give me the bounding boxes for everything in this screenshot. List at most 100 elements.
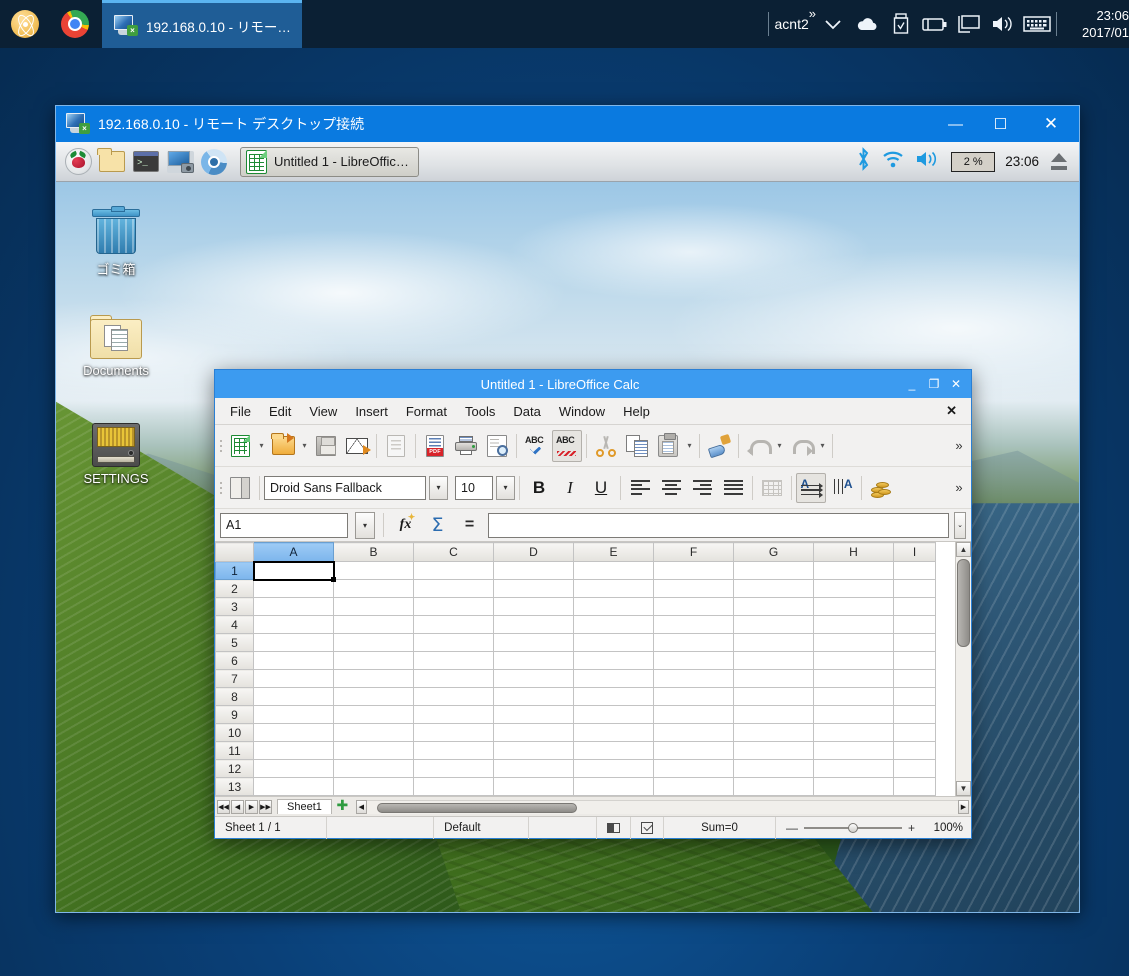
column-header-h[interactable]: H bbox=[813, 542, 894, 562]
cell-d8[interactable] bbox=[493, 687, 574, 706]
cell-f11[interactable] bbox=[653, 741, 734, 760]
export-pdf-button[interactable]: PDF bbox=[420, 430, 450, 462]
pi-launcher-file-manager[interactable] bbox=[96, 146, 128, 178]
formatting-toolbar-overflow-button[interactable]: » bbox=[949, 480, 969, 495]
calc-minimize-button[interactable]: _ bbox=[901, 377, 923, 391]
calc-close-button[interactable]: ✕ bbox=[945, 377, 967, 391]
sidebar-settings-button[interactable] bbox=[225, 472, 255, 504]
spreadsheet-table[interactable]: A B C D E F G H I 1 2 3 4 5 6 7 8 9 10 1… bbox=[215, 542, 936, 796]
cell-a12[interactable] bbox=[253, 759, 334, 778]
row-header-7[interactable]: 7 bbox=[215, 669, 254, 688]
cell-h9[interactable] bbox=[813, 705, 894, 724]
menu-item-view[interactable]: View bbox=[300, 401, 346, 422]
cell-i5[interactable] bbox=[893, 633, 936, 652]
undo-dropdown-icon[interactable]: ▾ bbox=[774, 441, 785, 450]
align-left-button[interactable] bbox=[625, 473, 655, 503]
cell-b12[interactable] bbox=[333, 759, 414, 778]
row-header-6[interactable]: 6 bbox=[215, 651, 254, 670]
cell-i4[interactable] bbox=[893, 615, 936, 634]
cell-i8[interactable] bbox=[893, 687, 936, 706]
vertical-scroll-track[interactable] bbox=[956, 557, 971, 781]
cell-g10[interactable] bbox=[733, 723, 814, 742]
cell-f12[interactable] bbox=[653, 759, 734, 778]
cell-h3[interactable] bbox=[813, 597, 894, 616]
tray-user-label[interactable]: acnt2 bbox=[775, 16, 809, 32]
cell-d1[interactable] bbox=[493, 561, 574, 580]
cell-e9[interactable] bbox=[573, 705, 654, 724]
cell-c1[interactable] bbox=[413, 561, 494, 580]
menu-item-insert[interactable]: Insert bbox=[346, 401, 397, 422]
cell-g6[interactable] bbox=[733, 651, 814, 670]
row-header-9[interactable]: 9 bbox=[215, 705, 254, 724]
cell-i11[interactable] bbox=[893, 741, 936, 760]
cell-b5[interactable] bbox=[333, 633, 414, 652]
cell-a3[interactable] bbox=[253, 597, 334, 616]
cell-e3[interactable] bbox=[573, 597, 654, 616]
cell-c11[interactable] bbox=[413, 741, 494, 760]
cell-c13[interactable] bbox=[413, 777, 494, 796]
menu-item-window[interactable]: Window bbox=[550, 401, 614, 422]
align-center-button[interactable] bbox=[656, 473, 686, 503]
cell-b7[interactable] bbox=[333, 669, 414, 688]
copy-button[interactable] bbox=[622, 430, 652, 462]
cell-h1[interactable] bbox=[813, 561, 894, 580]
keyboard-icon[interactable] bbox=[1020, 0, 1054, 48]
cell-e12[interactable] bbox=[573, 759, 654, 778]
cell-f6[interactable] bbox=[653, 651, 734, 670]
cell-h11[interactable] bbox=[813, 741, 894, 760]
sheet-nav-last-button[interactable]: ▶▶ bbox=[259, 799, 272, 814]
cell-e6[interactable] bbox=[573, 651, 654, 670]
vertical-scrollbar[interactable]: ▲ ▼ bbox=[955, 542, 971, 796]
redo-dropdown-icon[interactable]: ▾ bbox=[817, 441, 828, 450]
menu-item-data[interactable]: Data bbox=[504, 401, 549, 422]
open-dropdown-icon[interactable]: ▾ bbox=[299, 441, 310, 450]
cell-i2[interactable] bbox=[893, 579, 936, 598]
tray-expand-chevron[interactable] bbox=[816, 0, 850, 48]
menu-item-tools[interactable]: Tools bbox=[456, 401, 504, 422]
volume-icon[interactable] bbox=[915, 149, 941, 174]
cell-e8[interactable] bbox=[573, 687, 654, 706]
column-header-a[interactable]: A bbox=[253, 542, 334, 562]
row-header-5[interactable]: 5 bbox=[215, 633, 254, 652]
rdp-title-bar[interactable]: × 192.168.0.10 - リモート デスクトップ接続 — ☐ ✕ bbox=[56, 106, 1079, 142]
cell-b4[interactable] bbox=[333, 615, 414, 634]
name-box-dropdown-icon[interactable]: ▾ bbox=[355, 511, 375, 539]
column-header-c[interactable]: C bbox=[413, 542, 494, 562]
cell-h13[interactable] bbox=[813, 777, 894, 796]
menu-item-edit[interactable]: Edit bbox=[260, 401, 300, 422]
desktop-icon-settings[interactable]: SETTINGS bbox=[60, 409, 172, 486]
cell-g4[interactable] bbox=[733, 615, 814, 634]
row-header-2[interactable]: 2 bbox=[215, 579, 254, 598]
cell-a8[interactable] bbox=[253, 687, 334, 706]
bold-button[interactable]: B bbox=[524, 473, 554, 503]
align-right-button[interactable] bbox=[687, 473, 717, 503]
pi-clock[interactable]: 23:06 bbox=[1005, 154, 1039, 169]
font-name-dropdown-icon[interactable]: ▾ bbox=[429, 475, 448, 500]
cell-d3[interactable] bbox=[493, 597, 574, 616]
cell-f10[interactable] bbox=[653, 723, 734, 742]
column-header-e[interactable]: E bbox=[573, 542, 654, 562]
name-box-input[interactable]: A1 bbox=[220, 512, 348, 538]
hscroll-left-button[interactable]: ◀ bbox=[355, 799, 367, 814]
cell-h6[interactable] bbox=[813, 651, 894, 670]
cell-d2[interactable] bbox=[493, 579, 574, 598]
cell-a6[interactable] bbox=[253, 651, 334, 670]
row-header-12[interactable]: 12 bbox=[215, 759, 254, 778]
cell-g3[interactable] bbox=[733, 597, 814, 616]
cell-e1[interactable] bbox=[573, 561, 654, 580]
sheet-nav-prev-button[interactable]: ◀ bbox=[231, 799, 244, 814]
print-preview-button[interactable] bbox=[482, 430, 512, 462]
column-header-f[interactable]: F bbox=[653, 542, 734, 562]
menu-item-format[interactable]: Format bbox=[397, 401, 456, 422]
cell-f8[interactable] bbox=[653, 687, 734, 706]
zoom-track[interactable] bbox=[803, 822, 902, 833]
cell-a13[interactable] bbox=[253, 777, 334, 796]
cpu-monitor[interactable]: 2 % bbox=[951, 151, 996, 172]
cell-i1[interactable] bbox=[893, 561, 936, 580]
eject-icon[interactable] bbox=[1049, 152, 1069, 171]
cell-d12[interactable] bbox=[493, 759, 574, 778]
selection-mode-icon[interactable] bbox=[597, 816, 631, 839]
vertical-scroll-thumb[interactable] bbox=[957, 559, 970, 647]
cell-i13[interactable] bbox=[893, 777, 936, 796]
row-header-1[interactable]: 1 bbox=[215, 561, 254, 580]
